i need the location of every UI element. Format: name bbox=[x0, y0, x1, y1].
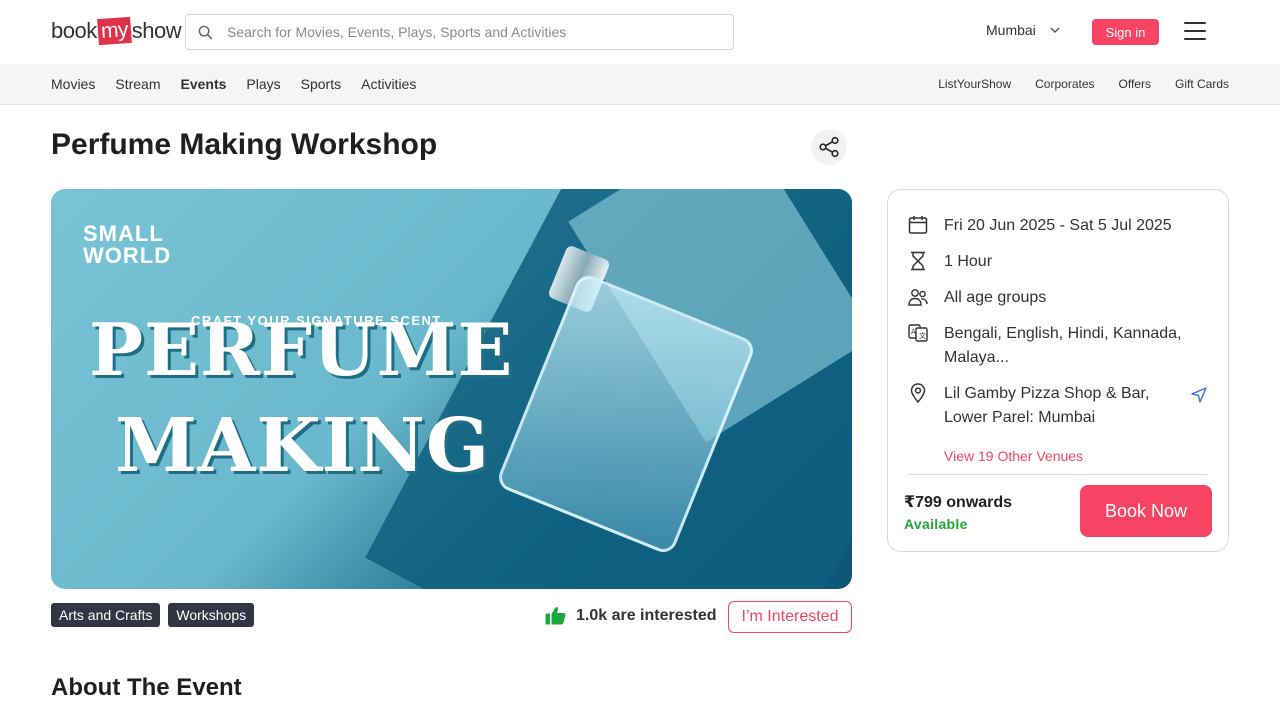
venue-row[interactable]: Lil Gamby Pizza Shop & Bar, Lower Parel:… bbox=[908, 382, 1149, 430]
nav-offers[interactable]: Offers bbox=[1119, 77, 1151, 91]
calendar-icon bbox=[908, 214, 928, 236]
duration-row: 1 Hour bbox=[908, 250, 992, 274]
category-nav: Movies Stream Events Plays Sports Activi… bbox=[0, 64, 1280, 105]
availability-status: Available bbox=[904, 516, 968, 532]
city-selector[interactable]: Mumbai bbox=[986, 22, 1060, 38]
share-icon bbox=[819, 136, 839, 158]
nav-right: ListYourShow Corporates Offers Gift Card… bbox=[938, 64, 1229, 104]
share-button[interactable] bbox=[811, 129, 847, 165]
svg-text:文: 文 bbox=[919, 331, 926, 340]
search-bar[interactable] bbox=[185, 14, 734, 50]
interest-count-text: 1.0k are interested bbox=[576, 606, 717, 624]
nav-movies[interactable]: Movies bbox=[51, 76, 95, 92]
nav-listyourshow[interactable]: ListYourShow bbox=[938, 77, 1011, 91]
nav-stream[interactable]: Stream bbox=[115, 76, 160, 92]
logo-text-left: book bbox=[51, 18, 97, 43]
chevron-down-icon bbox=[1050, 27, 1060, 33]
event-info-card: Fri 20 Jun 2025 - Sat 5 Jul 2025 1 Hour … bbox=[887, 189, 1229, 552]
page-title: Perfume Making Workshop bbox=[51, 128, 438, 161]
about-heading: About The Event bbox=[51, 674, 242, 701]
date-row: Fri 20 Jun 2025 - Sat 5 Jul 2025 bbox=[908, 214, 1172, 238]
nav-corporates[interactable]: Corporates bbox=[1035, 77, 1094, 91]
event-dates: Fri 20 Jun 2025 - Sat 5 Jul 2025 bbox=[944, 217, 1172, 234]
tag-arts-and-crafts[interactable]: Arts and Crafts bbox=[51, 603, 161, 627]
bookmyshow-logo[interactable]: book my show bbox=[51, 14, 182, 48]
city-label: Mumbai bbox=[986, 22, 1036, 38]
location-pin-icon bbox=[908, 382, 928, 404]
nav-gift-cards[interactable]: Gift Cards bbox=[1175, 77, 1229, 91]
event-languages: Bengali, English, Hindi, Kannada, Malaya… bbox=[944, 325, 1182, 366]
nav-activities[interactable]: Activities bbox=[361, 76, 416, 92]
price-text: ₹799 onwards bbox=[904, 494, 1013, 511]
logo-text-mid: my bbox=[96, 16, 132, 46]
event-venue: Lil Gamby Pizza Shop & Bar, Lower Parel:… bbox=[944, 385, 1150, 426]
nav-left: Movies Stream Events Plays Sports Activi… bbox=[51, 64, 416, 104]
event-age: All age groups bbox=[944, 289, 1047, 306]
book-now-button[interactable]: Book Now bbox=[1080, 485, 1212, 537]
event-banner: SMALL WORLD CRAFT YOUR SIGNATURE SCENT P… bbox=[51, 189, 852, 589]
hamburger-menu-icon[interactable] bbox=[1184, 22, 1206, 40]
age-row: All age groups bbox=[908, 286, 1046, 310]
nav-sports[interactable]: Sports bbox=[301, 76, 341, 92]
language-icon: A文 bbox=[908, 322, 928, 344]
card-divider bbox=[908, 474, 1208, 475]
directions-icon[interactable] bbox=[1191, 387, 1207, 408]
im-interested-button[interactable]: I’m Interested bbox=[728, 601, 852, 633]
event-tags: Arts and Crafts Workshops bbox=[51, 603, 255, 627]
top-header: book my show Mumbai Sign in bbox=[0, 0, 1280, 64]
search-icon bbox=[198, 25, 213, 39]
thumbs-up-icon bbox=[545, 607, 566, 625]
event-duration: 1 Hour bbox=[944, 253, 993, 270]
nav-plays[interactable]: Plays bbox=[246, 76, 280, 92]
nav-events[interactable]: Events bbox=[180, 76, 226, 92]
view-other-venues-link[interactable]: View 19 Other Venues bbox=[944, 448, 1083, 464]
banner-brand: SMALL WORLD bbox=[83, 221, 172, 268]
language-row: A文 Bengali, English, Hindi, Kannada, Mal… bbox=[908, 322, 1182, 370]
people-icon bbox=[908, 286, 928, 308]
banner-headline-1: PERFUME bbox=[89, 307, 514, 392]
svg-text:A: A bbox=[911, 328, 916, 336]
sign-in-button[interactable]: Sign in bbox=[1092, 19, 1159, 45]
logo-text-right: show bbox=[131, 18, 182, 43]
hourglass-icon bbox=[908, 250, 928, 272]
search-input[interactable] bbox=[227, 24, 707, 40]
banner-headline-2: MAKING bbox=[115, 403, 491, 489]
tag-workshops[interactable]: Workshops bbox=[168, 603, 255, 627]
interest-count: 1.0k are interested bbox=[545, 606, 717, 625]
